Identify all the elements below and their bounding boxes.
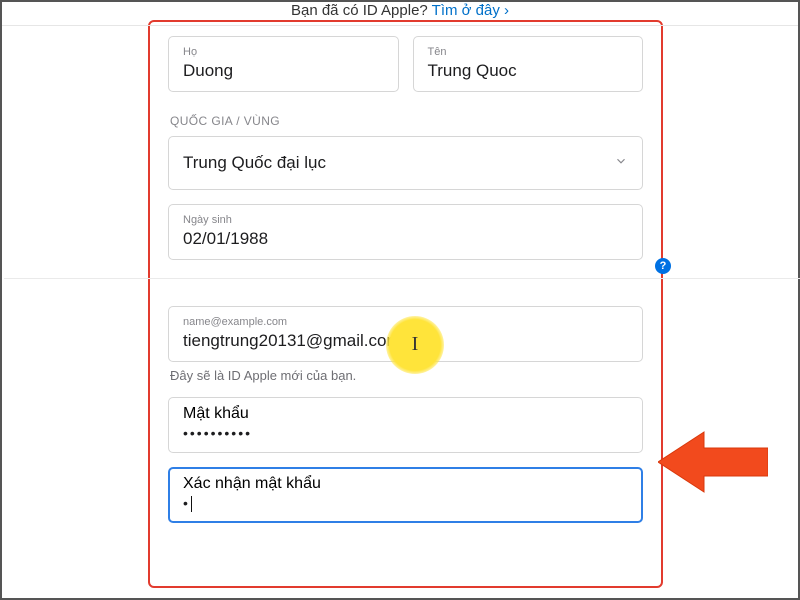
country-region-select[interactable]: Trung Quốc đại lục — [168, 136, 643, 190]
signin-prompt-text: Bạn đã có ID Apple? — [291, 2, 432, 19]
help-icon[interactable]: ? — [655, 258, 671, 274]
password-field[interactable]: Mật khẩu •••••••••• — [168, 397, 643, 453]
confirm-password-masked: • — [183, 493, 628, 512]
email-field[interactable]: name@example.com tiengtrung20131@gmail.c… — [168, 306, 643, 362]
last-name-label: Họ — [183, 46, 384, 59]
arrow-annotation — [658, 422, 768, 507]
signin-prompt: Bạn đã có ID Apple? Tìm ở đây › — [2, 2, 798, 26]
password-masked: •••••••••• — [183, 423, 628, 441]
birthdate-value: 02/01/1988 — [183, 228, 628, 250]
confirm-password-label: Xác nhận mật khẩu — [183, 475, 628, 493]
first-name-value: Trung Quoc — [428, 60, 629, 82]
first-name-field[interactable]: Tên Trung Quoc — [413, 36, 644, 92]
section-divider — [4, 278, 800, 279]
birthdate-field[interactable]: Ngày sinh 02/01/1988 — [168, 204, 643, 260]
last-name-field[interactable]: Họ Duong — [168, 36, 399, 92]
email-value: tiengtrung20131@gmail.com — [183, 330, 628, 352]
find-here-link[interactable]: Tìm ở đây › — [432, 2, 509, 19]
birthdate-label: Ngày sinh — [183, 214, 628, 227]
email-hint: Đây sẽ là ID Apple mới của bạn. — [170, 368, 641, 383]
last-name-value: Duong — [183, 60, 384, 82]
first-name-label: Tên — [428, 46, 629, 59]
password-label: Mật khẩu — [183, 405, 628, 423]
email-placeholder: name@example.com — [183, 316, 628, 329]
confirm-password-field[interactable]: Xác nhận mật khẩu • — [168, 467, 643, 523]
region-section-label: QUỐC GIA / VÙNG — [170, 114, 641, 128]
name-row: Họ Duong Tên Trung Quoc — [168, 36, 643, 92]
country-region-value: Trung Quốc đại lục — [183, 153, 326, 173]
text-caret — [191, 496, 192, 512]
chevron-down-icon — [614, 154, 628, 173]
signup-form-highlight: Họ Duong Tên Trung Quoc QUỐC GIA / VÙNG … — [148, 20, 663, 588]
